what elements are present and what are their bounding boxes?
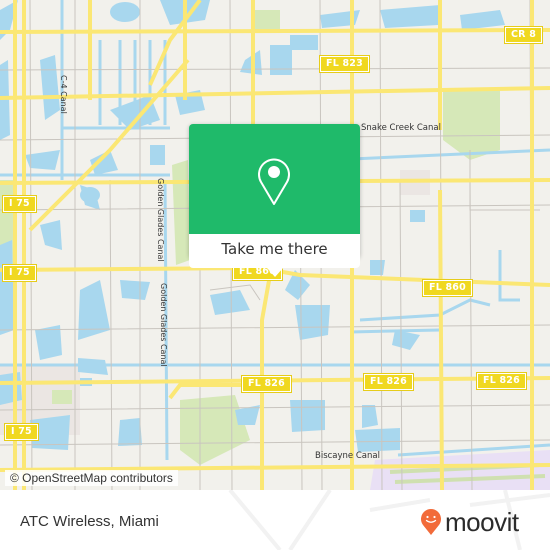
moovit-logo[interactable]: moovit [420, 508, 519, 536]
map-view[interactable]: CR 8 FL 823 I 75 I 75 I 75 FL 860 FL 860… [0, 0, 550, 490]
moovit-wordmark: moovit [445, 507, 519, 537]
popup-header[interactable] [189, 124, 360, 234]
park [180, 395, 250, 465]
park [252, 10, 280, 32]
park [52, 390, 72, 404]
park [172, 160, 190, 265]
road-shield-cr: CR 8 [503, 26, 544, 44]
road-shield-fl823: FL 823 [319, 55, 370, 73]
park [443, 88, 500, 160]
road-shield-i75: I 75 [2, 195, 37, 213]
water-label: Snake Creek Canal [361, 123, 441, 133]
road-shield-i75: I 75 [2, 264, 37, 282]
water-label: C-4 Canal [59, 75, 68, 114]
destination-popup[interactable]: Take me there [189, 124, 360, 277]
location-pin-icon [258, 158, 290, 205]
popup-pointer [267, 268, 283, 277]
water-label: Golden Glades Canal [159, 283, 168, 367]
road-shield-fl826: FL 826 [476, 372, 527, 390]
road-shield-fl826: FL 826 [241, 375, 292, 393]
place-title: ATC Wireless, Miami [20, 513, 159, 530]
water-label: Biscayne Canal [315, 451, 380, 461]
moovit-face-icon [421, 509, 441, 535]
water-label: Golden Glades Canal [156, 178, 165, 262]
map-attribution[interactable]: © OpenStreetMap contributors [5, 470, 178, 486]
take-me-there-button[interactable]: Take me there [189, 234, 360, 268]
road-shield-i75: I 75 [4, 423, 39, 441]
road-shield-fl826: FL 826 [363, 373, 414, 391]
road-shield-fl860: FL 860 [422, 279, 473, 297]
